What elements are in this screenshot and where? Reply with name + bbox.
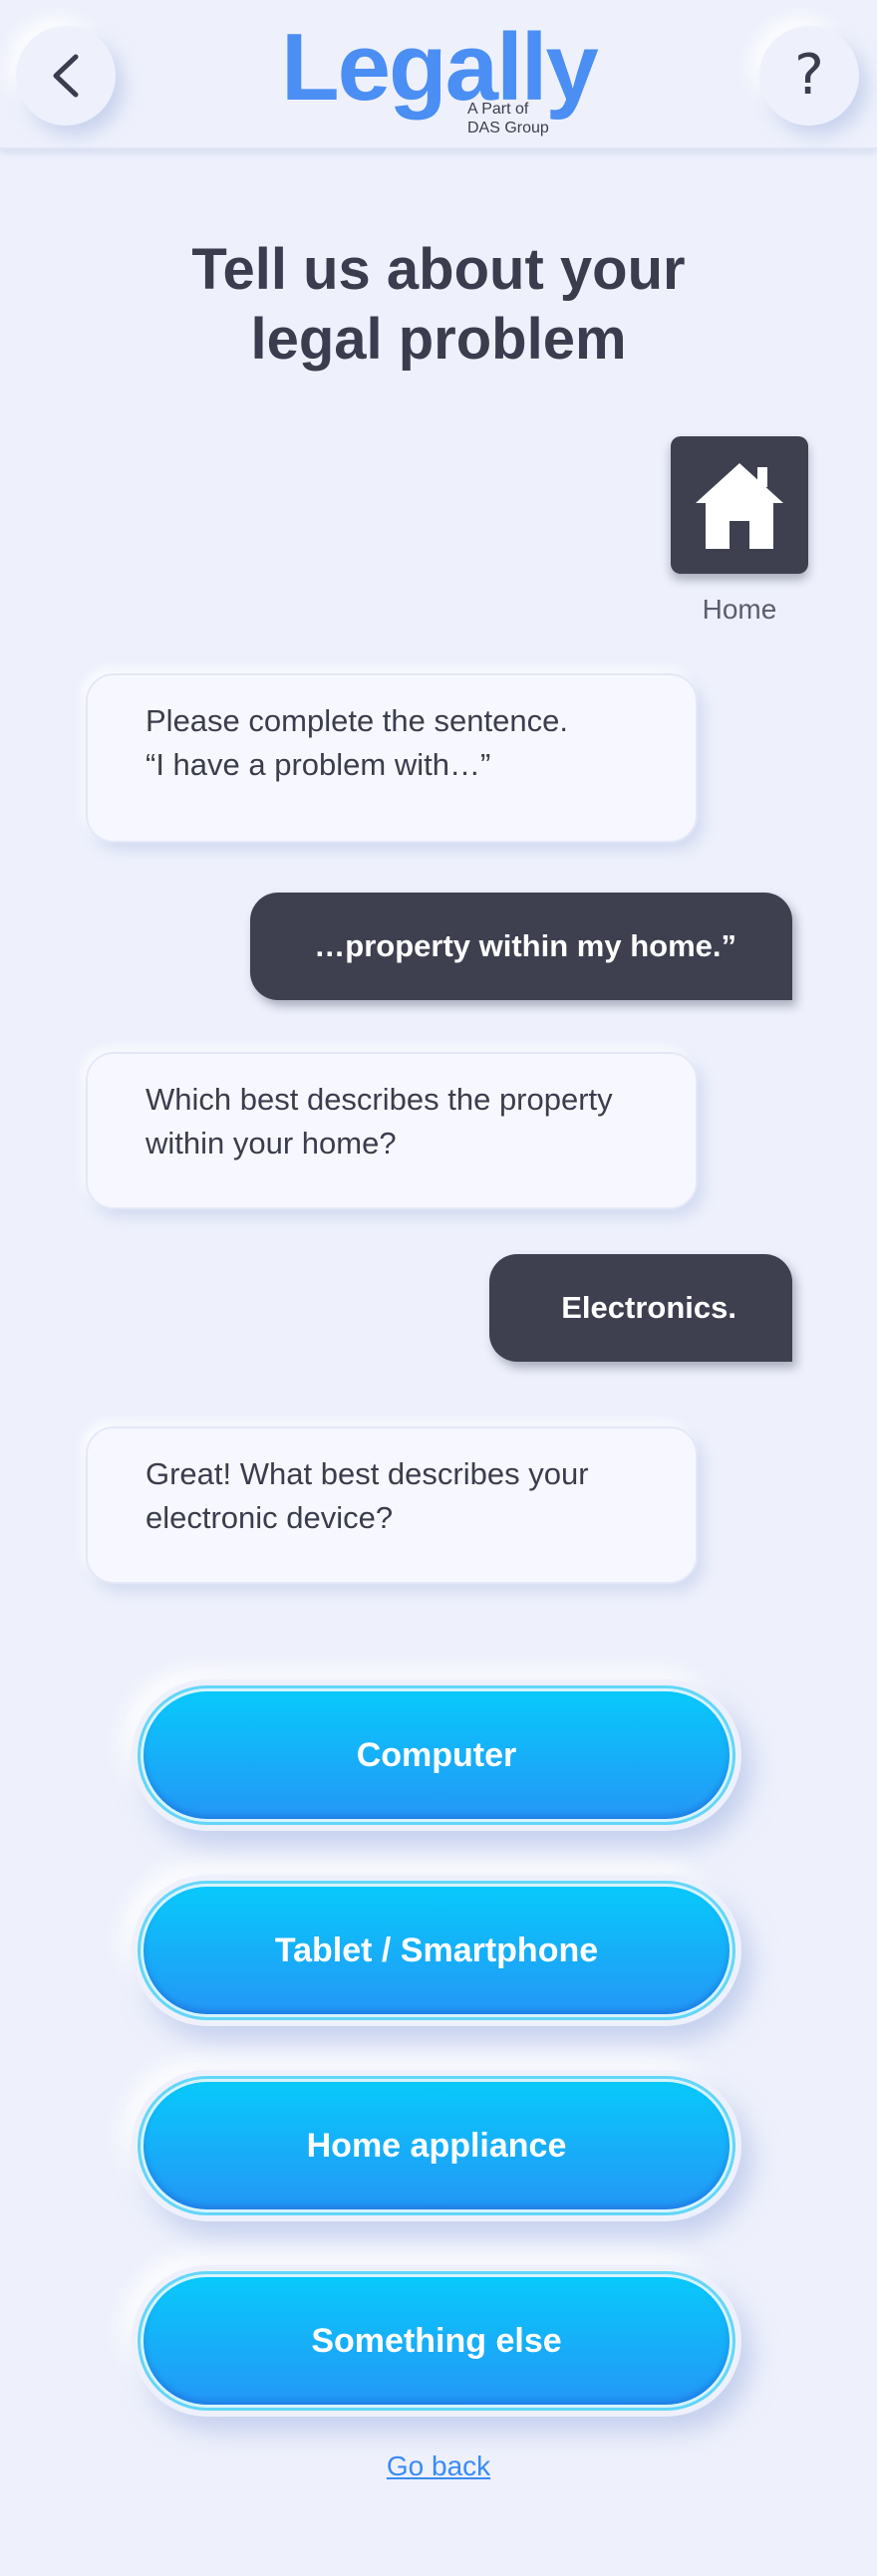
- option-tablet-smartphone-button[interactable]: Tablet / Smartphone: [132, 1875, 741, 2026]
- bot-message: Great! What best describes your electron…: [86, 1426, 698, 1584]
- help-icon: ?: [794, 43, 824, 108]
- chevron-left-icon: [53, 54, 79, 98]
- help-button[interactable]: ?: [759, 26, 859, 126]
- page-title-line1: Tell us about your: [191, 237, 686, 302]
- option-home-appliance-button[interactable]: Home appliance: [132, 2070, 741, 2221]
- bot-message-line: Which best describes the property: [146, 1082, 613, 1117]
- app-header: Legally A Part of DAS Group ?: [0, 0, 877, 149]
- user-answer: …property within my home.”: [250, 893, 792, 1000]
- bot-message-line: within your home?: [146, 1126, 397, 1160]
- logo-wordmark: Legally: [281, 14, 599, 121]
- logo-tagline-line2: DAS Group: [467, 120, 549, 136]
- user-answer: Electronics.: [489, 1254, 792, 1362]
- logo-tagline-line1: A Part of: [467, 101, 529, 118]
- go-back-link[interactable]: Go back: [339, 2450, 538, 2482]
- bot-message-line: electronic device?: [146, 1500, 394, 1535]
- legally-logo: Legally A Part of DAS Group: [281, 20, 600, 139]
- home-icon: [696, 463, 783, 549]
- bot-message-line: “I have a problem with…”: [146, 747, 491, 782]
- page-title: Tell us about your legal problem: [100, 235, 777, 375]
- category-tile-home: [671, 436, 808, 574]
- bot-message: Which best describes the property within…: [86, 1052, 698, 1209]
- option-label: Tablet / Smartphone: [144, 1887, 730, 2014]
- option-computer-button[interactable]: Computer: [132, 1679, 741, 1831]
- page-title-line2: legal problem: [250, 307, 627, 372]
- bot-message-line: Please complete the sentence.: [146, 703, 568, 738]
- bot-message-line: Great! What best describes your: [146, 1456, 589, 1491]
- option-label: Home appliance: [144, 2082, 730, 2209]
- option-label: Computer: [144, 1691, 730, 1819]
- option-label: Something else: [144, 2277, 730, 2405]
- category-label: Home: [702, 594, 777, 625]
- option-something-else-button[interactable]: Something else: [132, 2265, 741, 2417]
- back-button[interactable]: [16, 26, 116, 126]
- logo-tagline: A Part of DAS Group: [467, 100, 549, 137]
- bot-message: Please complete the sentence. “I have a …: [86, 673, 698, 843]
